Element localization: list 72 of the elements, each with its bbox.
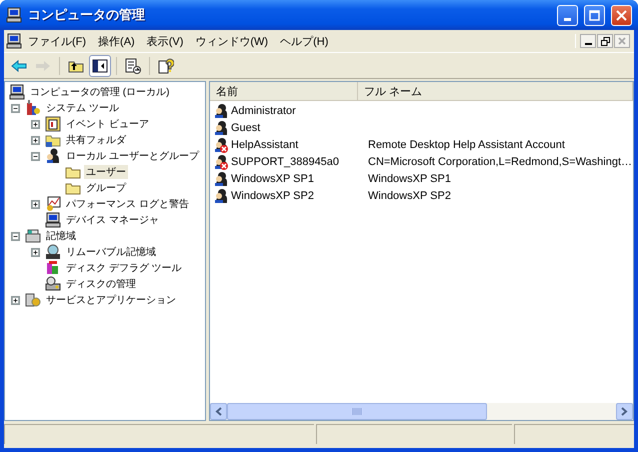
collapse-icon[interactable] xyxy=(11,104,20,112)
export-list-icon xyxy=(125,58,141,74)
left-chevron-icon xyxy=(215,407,222,416)
menu-app-icon xyxy=(6,33,22,49)
tree-item[interactable]: コンピュータの管理 (ローカル) xyxy=(28,85,172,99)
horizontal-scrollbar[interactable] xyxy=(210,403,633,420)
tree-item[interactable]: ディスク デフラグ ツール xyxy=(64,261,184,275)
scroll-thumb[interactable] xyxy=(227,403,487,420)
restore-button[interactable] xyxy=(597,34,613,48)
tree-item[interactable]: システム ツール xyxy=(44,101,121,115)
chart-icon xyxy=(45,196,61,212)
removable-storage-icon xyxy=(45,244,61,260)
computer-icon xyxy=(45,212,61,228)
minimize-icon xyxy=(564,18,571,20)
column-header[interactable]: 名前 xyxy=(210,82,358,100)
tree-item[interactable]: グループ xyxy=(84,181,128,195)
back-arrow-icon xyxy=(11,58,27,74)
right-chevron-icon xyxy=(621,407,628,416)
help-icon xyxy=(158,58,174,74)
menu-item[interactable]: ヘルプ(H) xyxy=(274,32,334,50)
restore-icon xyxy=(600,36,610,46)
collapse-icon[interactable] xyxy=(31,152,40,160)
scroll-left-button[interactable] xyxy=(210,403,227,420)
full-name: WindowsXP SP2 xyxy=(367,190,452,202)
menu-item[interactable]: ファイル(F) xyxy=(22,32,92,50)
expand-icon[interactable] xyxy=(31,248,40,256)
users-icon xyxy=(45,148,61,164)
tree-item[interactable]: 共有フォルダ xyxy=(64,133,128,147)
tree-item[interactable]: ユーザー xyxy=(84,165,128,179)
column-header[interactable]: フル ネーム xyxy=(358,82,633,100)
minimize-icon xyxy=(584,43,592,45)
full-name: WindowsXP SP1 xyxy=(367,172,452,184)
services-icon xyxy=(25,292,41,308)
tree-item[interactable]: イベント ビューア xyxy=(64,117,151,131)
tree-item[interactable]: パフォーマンス ログと警告 xyxy=(64,197,191,211)
user-name[interactable]: WindowsXP SP2 xyxy=(229,190,314,202)
grip-icon xyxy=(352,408,362,415)
computer-icon xyxy=(9,84,25,100)
tree-item[interactable]: デバイス マネージャ xyxy=(64,213,161,227)
scroll-right-button[interactable] xyxy=(616,403,633,420)
tree-item[interactable]: ローカル ユーザーとグループ xyxy=(64,149,201,163)
full-name: Remote Desktop Help Assistant Account xyxy=(367,138,566,150)
minimize-button[interactable] xyxy=(580,34,596,48)
full-name: CN=Microsoft Corporation,L=Redmond,S=Washingt… xyxy=(367,156,633,168)
user-name[interactable]: Administrator xyxy=(229,104,296,116)
disk-icon xyxy=(45,276,61,292)
pane-icon xyxy=(92,58,108,74)
tree-item[interactable]: ディスクの管理 xyxy=(64,277,138,291)
menu-item[interactable]: 操作(A) xyxy=(92,32,141,50)
menu-item[interactable]: 表示(V) xyxy=(140,32,190,50)
tree-button[interactable] xyxy=(89,54,111,76)
user-name[interactable]: WindowsXP SP1 xyxy=(229,172,314,184)
expand-icon[interactable] xyxy=(31,200,40,208)
expand-icon[interactable] xyxy=(31,136,40,144)
collapse-icon[interactable] xyxy=(11,232,20,240)
expand-icon[interactable] xyxy=(31,120,40,128)
close-icon xyxy=(618,37,626,45)
event-viewer-icon xyxy=(45,116,61,132)
user-name[interactable]: Guest xyxy=(229,122,260,134)
maximize-icon xyxy=(589,10,600,20)
maximize-button[interactable] xyxy=(584,4,605,26)
tree-item[interactable]: リムーバブル記憶域 xyxy=(64,245,158,259)
expand-icon[interactable] xyxy=(11,296,20,304)
app-icon xyxy=(6,7,22,23)
tools-icon xyxy=(25,100,41,116)
window-title: コンピュータの管理 xyxy=(28,6,146,24)
tree-item[interactable]: 記憶域 xyxy=(44,229,78,243)
close-icon xyxy=(616,10,627,20)
defrag-icon xyxy=(45,260,61,276)
menu-item[interactable]: ウィンドウ(W) xyxy=(189,32,274,50)
tree-item[interactable]: サービスとアプリケーション xyxy=(44,293,178,307)
storage-icon xyxy=(25,228,41,244)
